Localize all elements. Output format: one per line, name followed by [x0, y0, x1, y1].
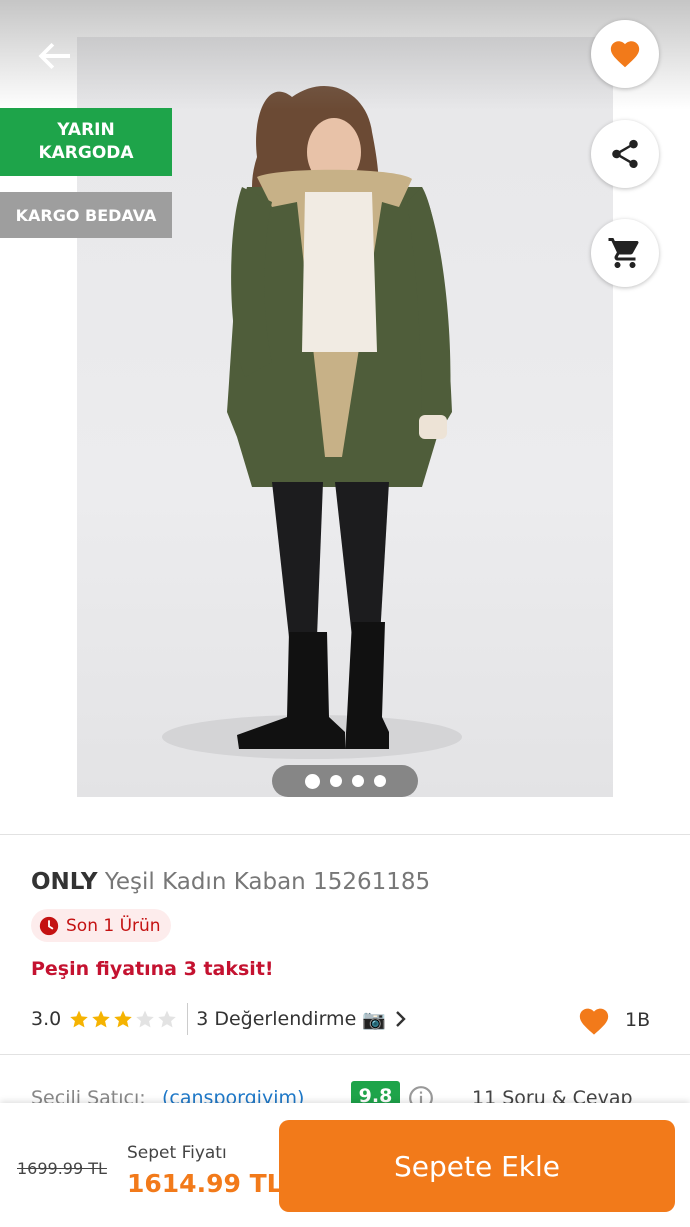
- star-empty-icon: [136, 1010, 154, 1028]
- review-count-link[interactable]: 3 Değerlendirme: [196, 1008, 356, 1030]
- star-filled-icon: [114, 1010, 132, 1028]
- product-name: Yeşil Kadın Kaban 15261185: [104, 869, 431, 895]
- star-empty-icon: [158, 1010, 176, 1028]
- chevron-right-icon: [396, 1011, 406, 1027]
- gallery-dot[interactable]: [304, 773, 320, 789]
- cart-button[interactable]: [591, 219, 659, 287]
- add-to-cart-button[interactable]: Sepete Ekle: [279, 1120, 675, 1212]
- rating-separator: [187, 1003, 189, 1035]
- gallery-dot[interactable]: [329, 775, 342, 787]
- arrow-left-icon: [38, 43, 70, 69]
- seller-row: Seçili Satıcı: (cansporgiyim) 9.8 11 Sor…: [0, 1081, 690, 1105]
- favorite-button[interactable]: [591, 20, 659, 88]
- heart-icon: [579, 1008, 609, 1035]
- divider: [0, 1054, 690, 1055]
- product-brand[interactable]: ONLY: [31, 869, 98, 895]
- top-gradient-overlay: [0, 0, 690, 110]
- rating-row[interactable]: 3.0 3 Değerlendirme 📷: [31, 1003, 408, 1035]
- shipping-badge: YARIN KARGODA: [0, 108, 172, 176]
- purchase-bar: 1699.99 TL Sepet Fiyatı 1614.99 TL Sepet…: [0, 1103, 690, 1227]
- heart-icon: [610, 41, 640, 68]
- free-shipping-badge: KARGO BEDAVA: [0, 192, 172, 238]
- divider: [0, 834, 690, 835]
- star-filled-icon: [92, 1010, 110, 1028]
- stock-warning-label: Son 1 Ürün: [66, 915, 161, 936]
- gallery-dot[interactable]: [351, 775, 364, 787]
- share-icon: [612, 139, 638, 169]
- rating-stars: [69, 1009, 177, 1029]
- rating-score: 3.0: [31, 1008, 62, 1030]
- installment-text: Peşin fiyatına 3 taksit!: [31, 958, 274, 980]
- back-button[interactable]: [30, 32, 78, 80]
- seller-score-badge: 9.8: [351, 1081, 400, 1105]
- product-image-gallery[interactable]: YARIN KARGODA KARGO BEDAVA: [0, 0, 690, 835]
- old-price: 1699.99 TL: [17, 1159, 107, 1178]
- free-shipping-badge-label: KARGO BEDAVA: [15, 205, 157, 225]
- gallery-dot[interactable]: [373, 775, 386, 787]
- shipping-badge-label: YARIN KARGODA: [38, 120, 134, 163]
- favorite-count-label: 1B: [625, 1009, 651, 1031]
- camera-icon: 📷: [362, 1008, 386, 1031]
- share-button[interactable]: [591, 120, 659, 188]
- product-title: ONLY Yeşil Kadın Kaban 15261185: [31, 869, 430, 895]
- basket-price-label: Sepet Fiyatı: [127, 1143, 227, 1163]
- favorite-count[interactable]: 1B: [577, 1004, 650, 1036]
- gallery-pagination[interactable]: [272, 765, 418, 797]
- info-icon[interactable]: [408, 1085, 434, 1105]
- clock-icon: [39, 916, 59, 935]
- stock-warning-badge: Son 1 Ürün: [31, 909, 171, 942]
- basket-price: 1614.99 TL: [127, 1169, 283, 1198]
- star-filled-icon: [70, 1010, 88, 1028]
- cart-icon: [608, 238, 639, 268]
